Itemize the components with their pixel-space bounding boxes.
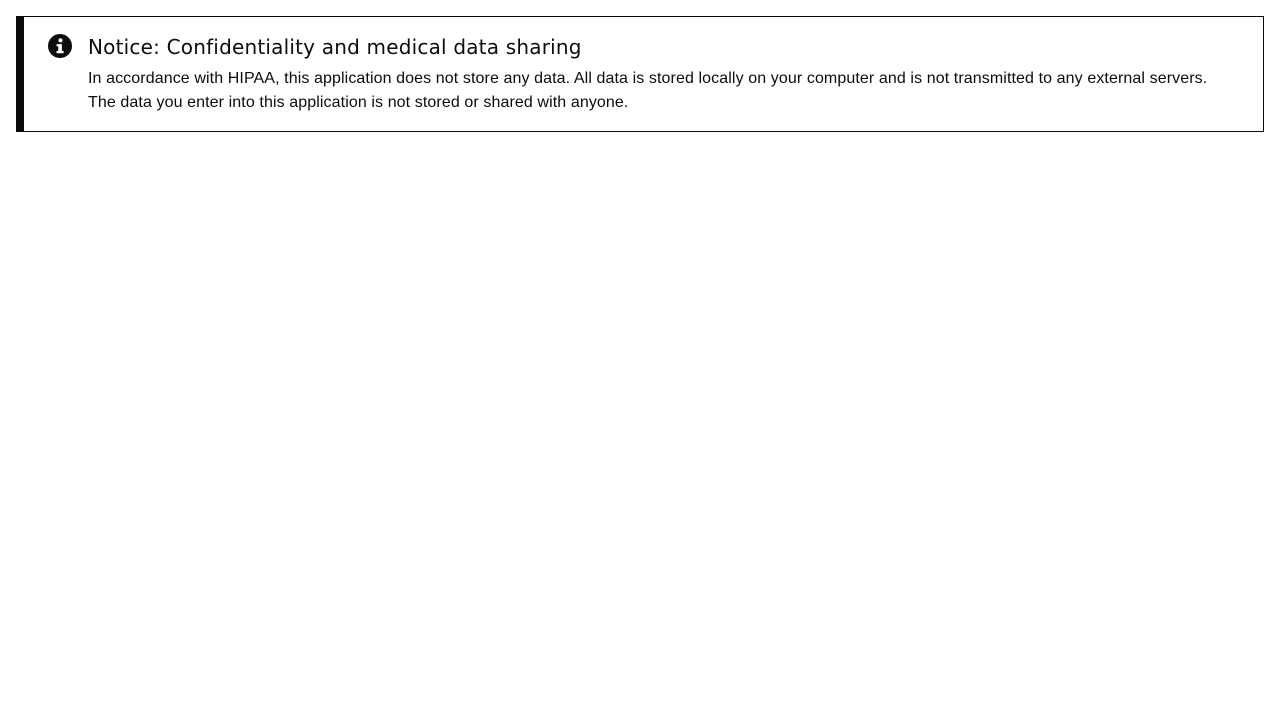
notice-title: Notice: Confidentiality and medical data… bbox=[88, 35, 582, 59]
confidentiality-notice-banner: Notice: Confidentiality and medical data… bbox=[16, 16, 1264, 132]
info-icon bbox=[48, 34, 72, 58]
notice-body-text: In accordance with HIPAA, this applicati… bbox=[88, 70, 1208, 111]
